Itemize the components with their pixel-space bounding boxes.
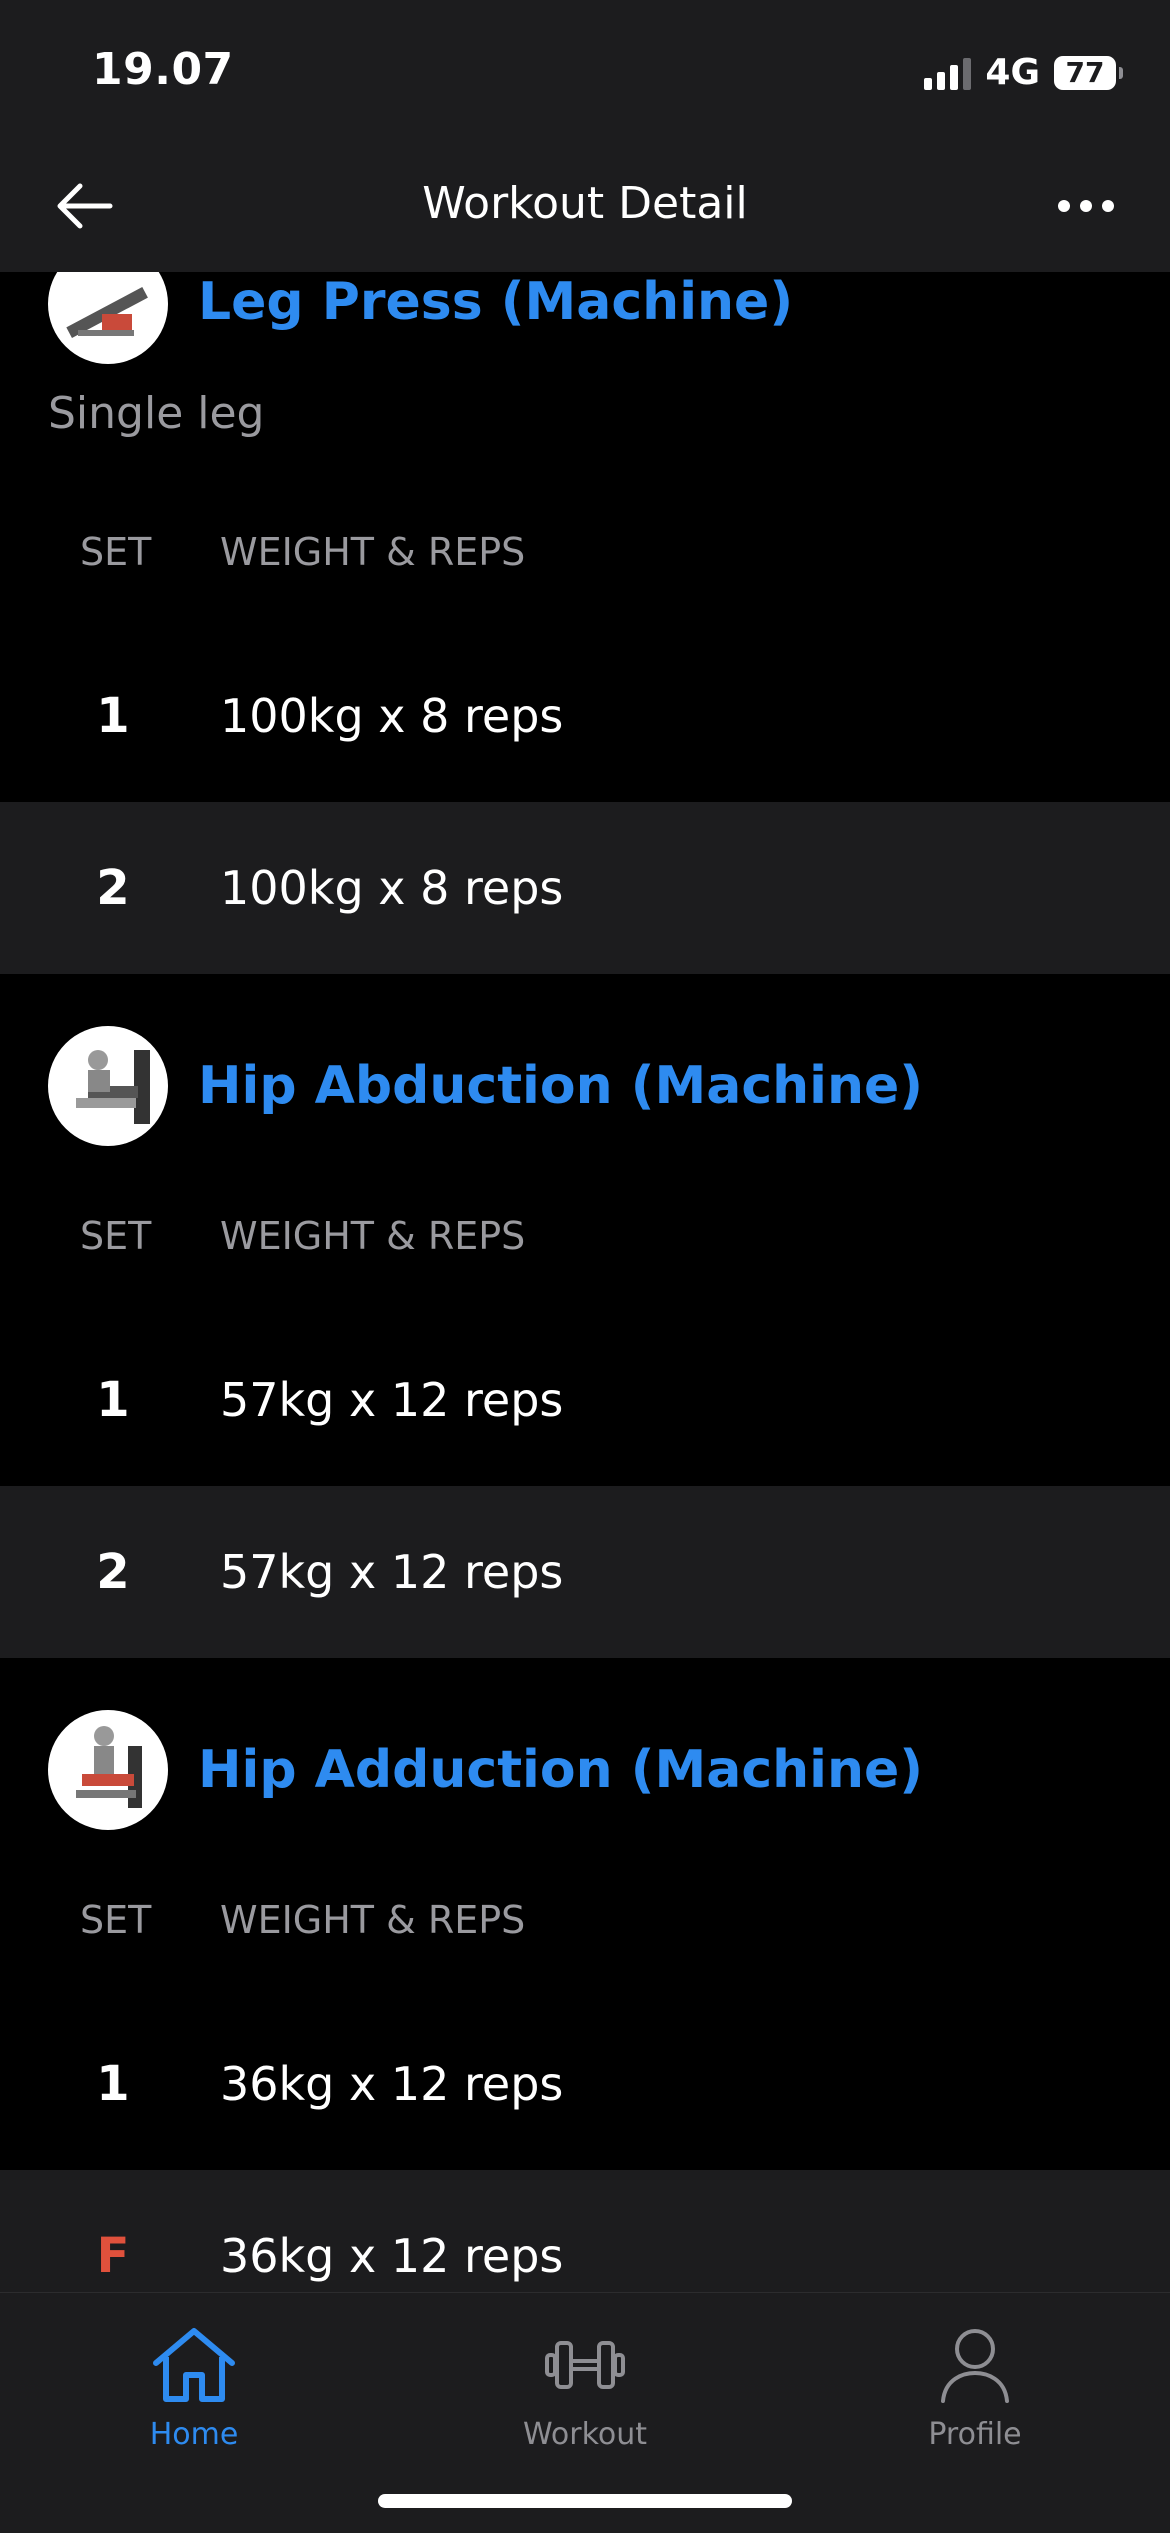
set-row: 2 100kg x 8 reps	[0, 802, 1170, 974]
weight-reps-column-label: WEIGHT & REPS	[220, 530, 526, 574]
set-row: F 36kg x 12 reps	[0, 2170, 1170, 2292]
tab-profile[interactable]: Profile	[855, 2317, 1095, 2452]
tab-home[interactable]: Home	[74, 2317, 314, 2452]
exercise-thumbnail-leg-press	[48, 272, 168, 364]
status-indicators: 4G 77	[924, 52, 1123, 93]
set-number: 1	[96, 688, 130, 744]
workout-detail-content[interactable]: Leg Press (Machine) Single leg SET WEIGH…	[0, 272, 1170, 2292]
set-number: 1	[96, 1372, 130, 1428]
set-weight-reps: 57kg x 12 reps	[220, 1545, 564, 1599]
set-column-label: SET	[80, 530, 152, 574]
signal-icon	[924, 56, 972, 90]
hip-abduction-illustration-icon	[76, 1050, 150, 1124]
exercise-note: Single leg	[48, 388, 265, 439]
top-bar: 19.07 4G 77 Workout Detail	[0, 0, 1170, 272]
weight-reps-column-label: WEIGHT & REPS	[220, 1214, 526, 1258]
set-number: 2	[96, 1544, 130, 1600]
status-time: 19.07	[92, 44, 234, 95]
exercise-name[interactable]: Hip Abduction (Machine)	[198, 1056, 923, 1116]
set-weight-reps: 36kg x 12 reps	[220, 2057, 564, 2111]
set-row: 1 100kg x 8 reps	[0, 630, 1170, 802]
person-icon	[941, 2329, 1009, 2403]
weight-reps-column-label: WEIGHT & REPS	[220, 1898, 526, 1942]
set-weight-reps: 100kg x 8 reps	[220, 861, 564, 915]
home-icon	[153, 2328, 235, 2402]
more-options-button[interactable]	[1050, 170, 1122, 242]
set-column-label: SET	[80, 1898, 152, 1942]
set-weight-reps: 100kg x 8 reps	[220, 689, 564, 743]
tab-label: Home	[149, 2417, 239, 2452]
exercise-name[interactable]: Leg Press (Machine)	[198, 272, 793, 332]
tab-label: Workout	[522, 2417, 648, 2452]
set-number: 2	[96, 860, 130, 916]
hip-adduction-illustration-icon	[76, 1726, 142, 1808]
exercise-thumbnail-hip-abduction	[48, 1026, 168, 1146]
tab-label: Profile	[928, 2417, 1022, 2452]
set-column-label: SET	[80, 1214, 152, 1258]
exercise-thumbnail-hip-adduction	[48, 1710, 168, 1830]
leg-press-illustration-icon	[66, 286, 148, 338]
tab-workout[interactable]: Workout	[465, 2317, 705, 2452]
network-label: 4G	[985, 52, 1040, 93]
failure-set-marker: F	[96, 2228, 130, 2284]
battery-level: 77	[1065, 56, 1105, 89]
exercise-name[interactable]: Hip Adduction (Machine)	[198, 1740, 923, 1800]
set-row: 2 57kg x 12 reps	[0, 1486, 1170, 1658]
set-row: 1 36kg x 12 reps	[0, 1998, 1170, 2170]
set-weight-reps: 36kg x 12 reps	[220, 2229, 564, 2283]
battery-icon: 77	[1054, 55, 1123, 90]
more-horizontal-icon	[1058, 200, 1114, 212]
set-row: 1 57kg x 12 reps	[0, 1314, 1170, 1486]
dumbbell-icon	[545, 2341, 625, 2389]
set-number: 1	[96, 2056, 130, 2112]
page-title: Workout Detail	[422, 178, 748, 229]
set-weight-reps: 57kg x 12 reps	[220, 1373, 564, 1427]
home-indicator[interactable]	[378, 2494, 792, 2508]
